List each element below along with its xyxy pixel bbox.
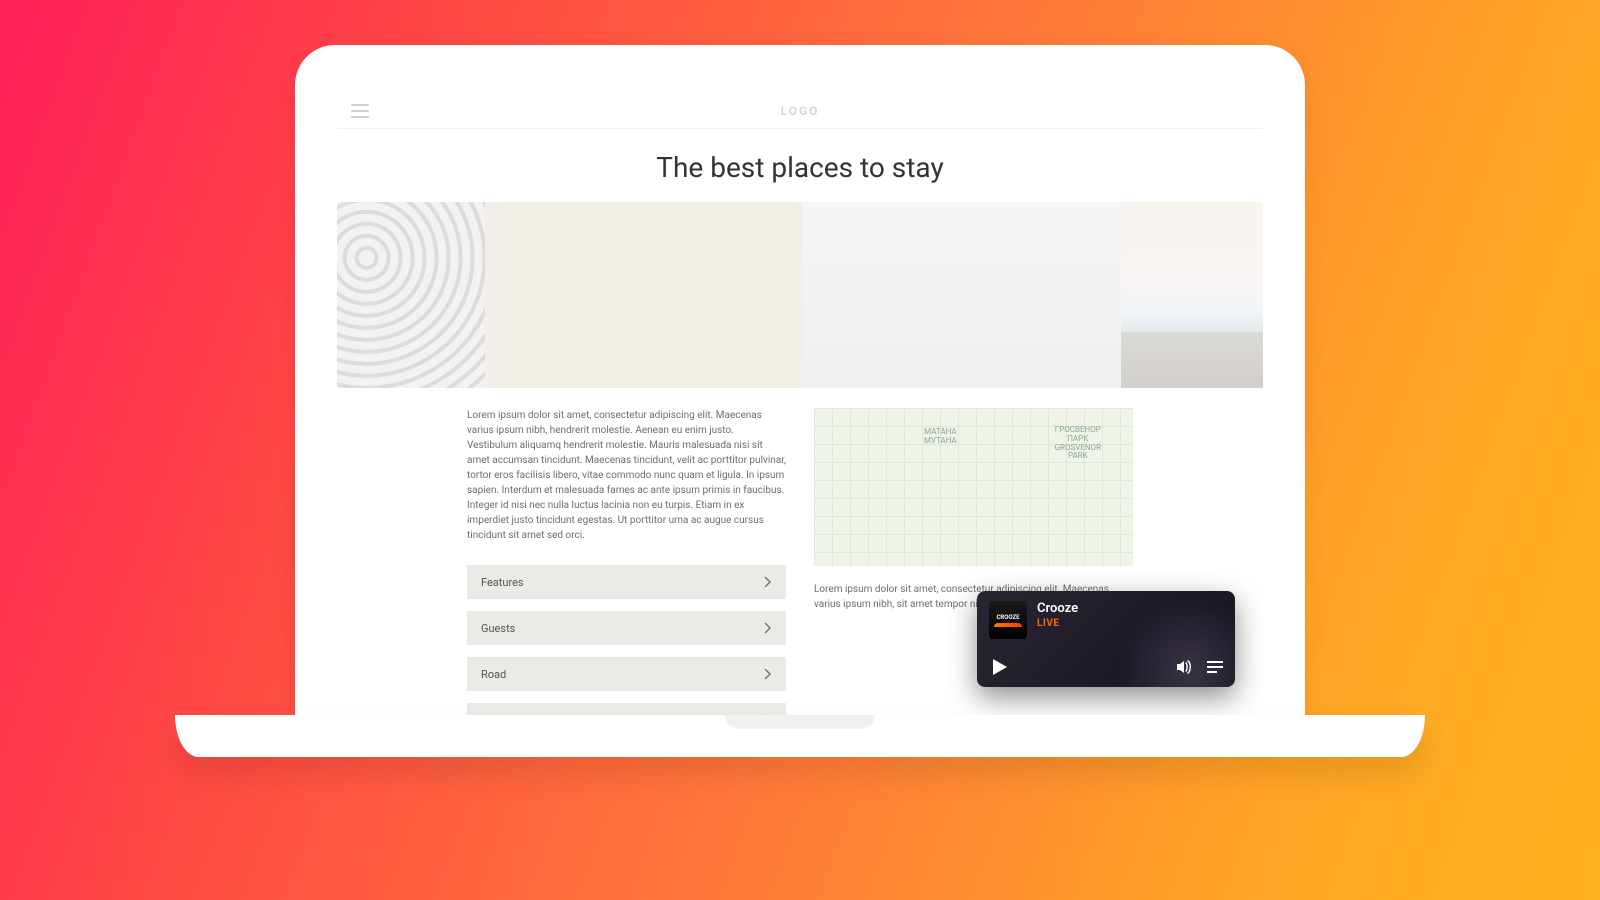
map-preview[interactable]: МАТАНАМУТАНА ГРОСВЕНОРПАРКGROSVENORPARK <box>814 408 1133 566</box>
gallery-image[interactable] <box>337 202 485 388</box>
live-badge: LIVE <box>1037 618 1078 629</box>
laptop-mockup: LOGO The best places to stay Lorem ipsum… <box>295 45 1305 757</box>
topbar: LOGO <box>337 93 1263 129</box>
menu-icon[interactable] <box>351 104 369 118</box>
chevron-right-icon <box>764 576 772 588</box>
album-art: CROOZE <box>989 601 1027 639</box>
laptop-notch <box>725 715 875 729</box>
accordion-item-hostess[interactable]: Hostess <box>467 703 786 715</box>
accordion-label: Guests <box>481 622 515 635</box>
gallery-image[interactable] <box>1121 202 1263 388</box>
play-icon[interactable] <box>989 657 1009 677</box>
accordion-label: Features <box>481 576 524 589</box>
accordion-item-features[interactable]: Features <box>467 565 786 599</box>
page-title: The best places to stay <box>337 129 1263 202</box>
chevron-right-icon <box>764 668 772 680</box>
map-label: МАТАНАМУТАНА <box>924 428 957 446</box>
accordion-label: Road <box>481 668 506 681</box>
accordion-item-road[interactable]: Road <box>467 657 786 691</box>
brand-logo: LOGO <box>337 104 1263 118</box>
left-column: Lorem ipsum dolor sit amet, consectetur … <box>467 408 786 715</box>
volume-icon[interactable] <box>1175 658 1193 676</box>
chevron-right-icon <box>764 622 772 634</box>
gallery-image[interactable] <box>803 202 1121 388</box>
accordion: Features Guests Road <box>467 565 786 715</box>
track-title: Crooze <box>1037 601 1078 616</box>
accordion-item-guests[interactable]: Guests <box>467 611 786 645</box>
laptop-lid: LOGO The best places to stay Lorem ipsum… <box>295 45 1305 715</box>
listing-description: Lorem ipsum dolor sit amet, consectetur … <box>467 408 786 543</box>
map-label: ГРОСВЕНОРПАРКGROSVENORPARK <box>1055 426 1101 461</box>
album-art-text: CROOZE <box>997 614 1020 621</box>
audio-player: CROOZE Crooze LIVE <box>977 591 1235 687</box>
embedded-page: LOGO The best places to stay Lorem ipsum… <box>337 93 1263 715</box>
image-gallery <box>337 202 1263 388</box>
gallery-image[interactable] <box>485 202 803 388</box>
laptop-base <box>175 715 1425 757</box>
playlist-icon[interactable] <box>1207 660 1223 674</box>
